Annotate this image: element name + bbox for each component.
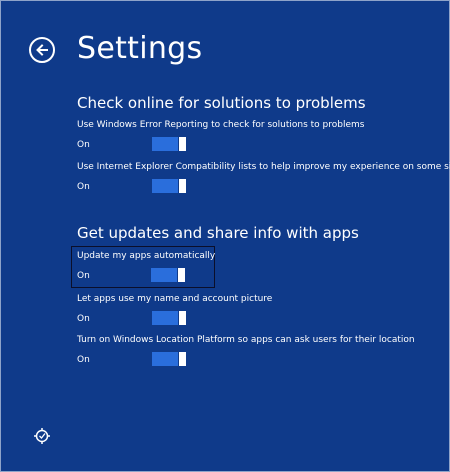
toggle-state: On [77,182,90,192]
toggle-track [151,268,177,282]
setting-update-apps: Update my apps automatically On [71,246,215,288]
setting-label: Use Internet Explorer Compatibility list… [77,162,450,172]
toggle-track [152,137,178,151]
toggle-track [152,311,178,325]
setting-location-platform: Turn on Windows Location Platform so app… [71,330,441,372]
toggle-row: On [77,268,209,284]
toggle-state: On [77,314,90,324]
error-reporting-toggle[interactable] [152,137,186,151]
setting-ie-compat: Use Internet Explorer Compatibility list… [71,157,450,199]
toggle-thumb [179,311,186,325]
toggle-track [152,179,178,193]
toggle-state: On [77,140,90,150]
toggle-thumb [179,137,186,151]
toggle-track [152,352,178,366]
back-button[interactable] [29,37,55,63]
toggle-thumb [179,179,186,193]
setting-label: Turn on Windows Location Platform so app… [77,335,415,345]
page-title: Settings [77,31,203,66]
section-title-solutions: Check online for solutions to problems [77,94,366,112]
setting-label: Use Windows Error Reporting to check for… [77,120,365,130]
toggle-state: On [77,355,90,365]
ie-compat-toggle[interactable] [152,179,186,193]
update-apps-toggle[interactable] [151,268,185,282]
setting-label: Let apps use my name and account picture [77,294,273,304]
name-picture-toggle[interactable] [152,311,186,325]
toggle-row: On [77,352,435,368]
toggle-thumb [179,352,186,366]
toggle-row: On [77,137,435,153]
settings-page: Settings Check online for solutions to p… [0,0,450,472]
location-platform-toggle[interactable] [152,352,186,366]
setting-error-reporting: Use Windows Error Reporting to check for… [71,115,441,157]
section-title-updates: Get updates and share info with apps [77,224,359,242]
setting-label: Update my apps automatically [77,251,216,261]
back-arrow-icon [36,44,48,56]
toggle-thumb [178,268,185,282]
setting-name-picture: Let apps use my name and account picture… [71,289,441,331]
toggle-row: On [77,311,435,327]
ease-of-access-icon[interactable] [33,427,51,445]
toggle-state: On [77,271,90,281]
toggle-row: On [77,179,435,195]
